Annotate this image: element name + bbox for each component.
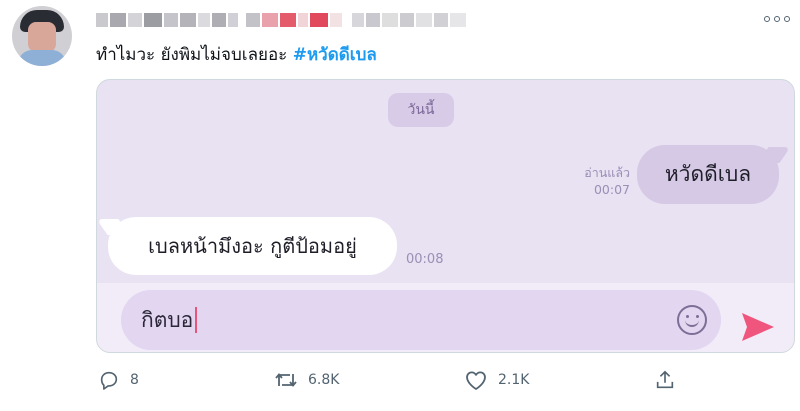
- reply-count: 8: [130, 372, 139, 388]
- date-label: วันนี้: [388, 93, 454, 127]
- like-count: 2.1K: [498, 372, 530, 388]
- outgoing-message-text: หวัดดีเบล: [664, 162, 752, 186]
- share-icon: [656, 370, 674, 389]
- like-button[interactable]: 2.1K: [464, 369, 529, 391]
- outgoing-time: 00:07: [593, 182, 630, 197]
- emoji-icon[interactable]: [677, 305, 707, 335]
- message-input-text: กิตบอ: [141, 290, 198, 350]
- tweet-body: ทำไมวะ ยังพิมไม่จบเลยอะ: [96, 45, 288, 65]
- incoming-time: 00:08: [406, 252, 444, 267]
- avatar-face: [28, 22, 56, 52]
- reply-button[interactable]: 8: [98, 369, 139, 391]
- read-status: อ่านแล้ว: [584, 165, 630, 180]
- author-name-pixelated[interactable]: [96, 9, 466, 31]
- retweet-button[interactable]: 6.8K: [274, 369, 339, 391]
- text-caret: [195, 307, 198, 333]
- more-icon[interactable]: [764, 14, 790, 24]
- avatar[interactable]: [12, 6, 72, 66]
- retweet-count: 6.8K: [308, 372, 340, 388]
- avatar-shirt: [18, 50, 66, 66]
- send-icon[interactable]: [738, 307, 778, 347]
- message-input[interactable]: กิตบอ: [121, 290, 721, 350]
- read-receipt: อ่านแล้ว 00:07: [570, 164, 630, 198]
- incoming-message-text: เบลหน้ามึงอะ กูตีป้อมอยู่: [148, 234, 357, 258]
- hashtag-link[interactable]: #หวัดดีเบล: [293, 45, 377, 65]
- outgoing-message: หวัดดีเบล: [637, 145, 779, 204]
- incoming-message: เบลหน้ามึงอะ กูตีป้อมอยู่: [108, 217, 397, 275]
- chat-screenshot[interactable]: วันนี้ อ่านแล้ว 00:07 หวัดดีเบล เบลหน้าม…: [96, 79, 795, 353]
- tweet-text: ทำไมวะ ยังพิมไม่จบเลยอะ #หวัดดีเบล: [96, 41, 377, 68]
- like-icon: [466, 371, 486, 390]
- retweet-icon: [275, 373, 297, 387]
- tweet-actions: 8 6.8K 2.1K: [96, 369, 696, 393]
- share-button[interactable]: [654, 369, 676, 391]
- reply-icon: [100, 371, 118, 390]
